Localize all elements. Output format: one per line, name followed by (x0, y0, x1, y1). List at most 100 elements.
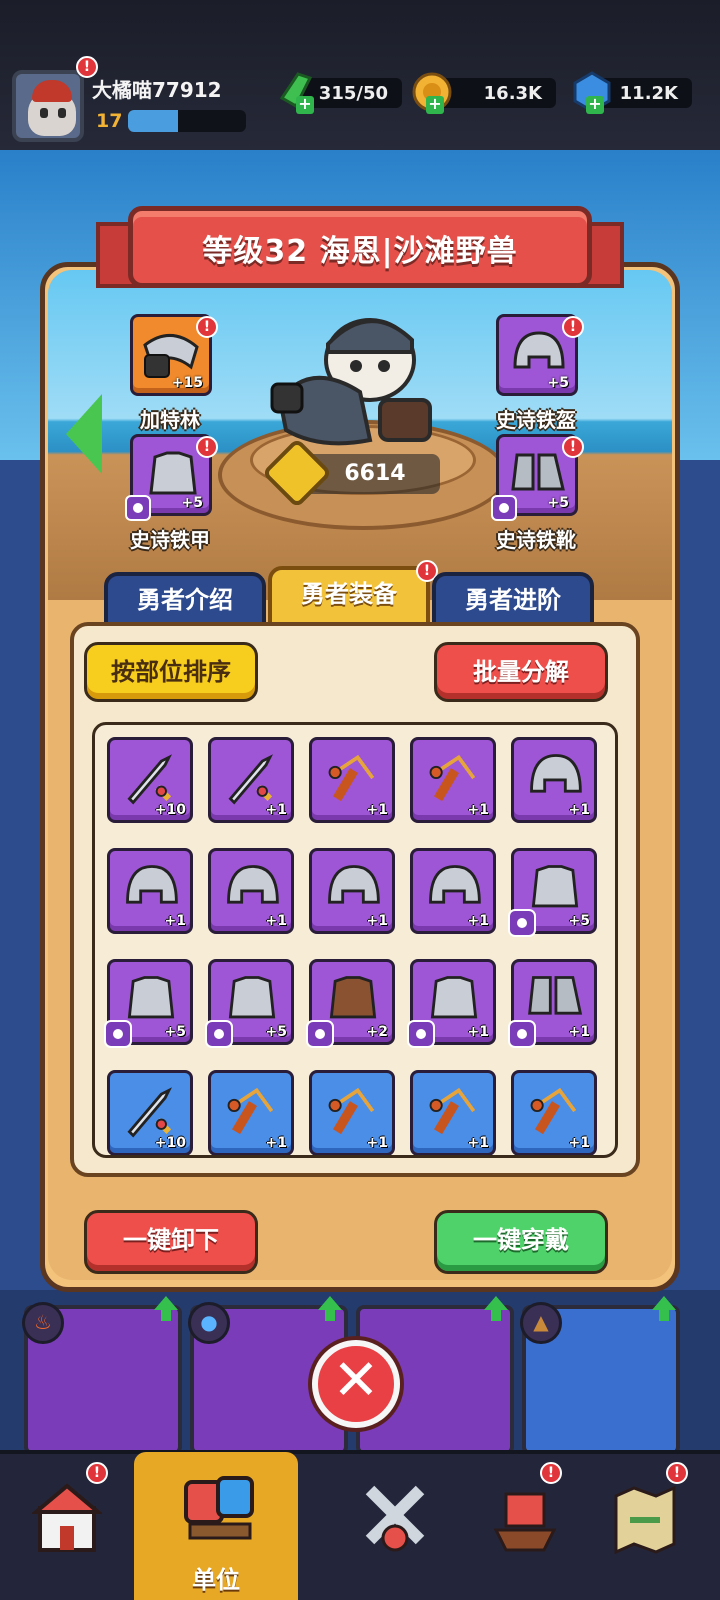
ship-icon[interactable] (490, 1480, 560, 1560)
gem-value: 11.2K (619, 83, 678, 104)
inventory-item[interactable]: +2 (306, 959, 395, 1048)
inventory-item[interactable]: +1 (407, 959, 496, 1048)
map-icon[interactable] (610, 1480, 680, 1560)
tab-hero-equipment[interactable]: 勇者装备 (268, 566, 430, 628)
item-enhance-level: +1 (366, 1135, 388, 1151)
notification-badge: ! (562, 316, 584, 338)
item-enhance-level: +1 (467, 802, 489, 818)
item-enhance-level: +2 (366, 1024, 388, 1040)
energy-value: 315/50 (318, 83, 388, 104)
inventory-item[interactable]: +1 (508, 959, 597, 1048)
player-name: 大橘喵77912 (92, 78, 222, 102)
add-energy-icon[interactable]: + (296, 96, 314, 114)
helmet-icon (126, 865, 178, 904)
inventory-item[interactable]: +1 (208, 1070, 294, 1155)
helmet-icon (32, 80, 72, 102)
element-badge-icon (508, 909, 536, 937)
inventory-item[interactable]: +1 (410, 1070, 496, 1155)
inventory-item[interactable]: +1 (410, 737, 496, 823)
sword-icon (228, 754, 273, 805)
add-coins-icon[interactable]: + (426, 96, 444, 114)
inventory-item[interactable]: +5 (508, 848, 597, 937)
eye-icon (58, 108, 66, 118)
close-button[interactable]: ✕ (312, 1340, 400, 1428)
slingshot-icon (328, 1087, 375, 1135)
inventory-item[interactable]: +1 (511, 737, 597, 823)
slot-boots-label: 史诗铁靴 (496, 528, 576, 552)
slingshot-icon (328, 754, 375, 802)
item-enhance-level: +5 (265, 1024, 287, 1040)
hero-character[interactable] (270, 300, 440, 460)
inventory-item[interactable]: +10 (107, 737, 193, 823)
inventory-item[interactable]: +5 (205, 959, 294, 1048)
coin-value: 16.3K (483, 83, 542, 104)
item-enhance-level: +1 (568, 802, 590, 818)
element-badge-icon (306, 1020, 334, 1048)
item-enhance-level: +1 (366, 802, 388, 818)
inventory-item[interactable]: +1 (107, 848, 193, 934)
inventory-item[interactable]: +1 (309, 848, 395, 934)
upgrade-arrow-icon (652, 1296, 676, 1321)
coin-counter[interactable]: + 16.3K (412, 72, 556, 114)
slingshot-icon (429, 754, 476, 802)
add-gems-icon[interactable]: + (586, 96, 604, 114)
inventory-item[interactable]: +1 (410, 848, 496, 934)
upgrade-arrow-icon (484, 1296, 508, 1321)
item-enhance-level: +1 (366, 913, 388, 929)
helmet-icon (530, 754, 582, 793)
inventory-item[interactable]: +1 (309, 1070, 395, 1155)
hero-title: 等级32 海恩|沙滩野兽 (202, 234, 518, 269)
sword-icon (127, 754, 172, 805)
tab-hero-intro[interactable]: 勇者介绍 (104, 572, 266, 628)
unequip-all-button[interactable]: 一键卸下 (84, 1210, 258, 1274)
element-badge-icon (205, 1020, 233, 1048)
notification-badge: ! (196, 436, 218, 458)
water-icon: ● (188, 1302, 230, 1344)
slot-helmet-plus: +5 (547, 375, 569, 391)
inventory-item[interactable]: +10 (107, 1070, 193, 1155)
gem-counter[interactable]: + 11.2K (573, 71, 692, 114)
batch-dismantle-button[interactable]: 批量分解 (434, 642, 608, 702)
item-enhance-level: +1 (467, 1135, 489, 1151)
sword-icon (127, 1087, 172, 1138)
units-icon[interactable] (180, 1452, 260, 1552)
inventory-item[interactable]: +1 (208, 737, 294, 823)
item-enhance-level: +1 (164, 913, 186, 929)
upgrade-arrow-icon (318, 1296, 342, 1321)
boots-icon (511, 453, 565, 491)
player-avatar[interactable] (12, 70, 84, 142)
slot-armor-plus: +5 (181, 495, 203, 511)
battle-icon[interactable] (360, 1480, 430, 1560)
slingshot-icon (227, 1087, 274, 1135)
previous-hero-arrow-icon[interactable] (66, 394, 102, 474)
item-enhance-level: +1 (467, 1024, 489, 1040)
item-enhance-level: +1 (265, 1135, 287, 1151)
notification-badge: ! (86, 1462, 108, 1484)
item-enhance-level: +5 (164, 1024, 186, 1040)
element-badge-icon (125, 495, 151, 521)
element-badge-icon (407, 1020, 435, 1048)
slot-boots-plus: +5 (547, 495, 569, 511)
inventory-item[interactable]: +5 (104, 959, 193, 1048)
energy-counter[interactable]: + 315/50 (279, 72, 402, 114)
inventory-item[interactable]: +1 (511, 1070, 597, 1155)
tab-hero-advance[interactable]: 勇者进阶 (432, 572, 594, 628)
item-enhance-level: +1 (467, 913, 489, 929)
element-badge-icon (491, 495, 517, 521)
sort-by-slot-button[interactable]: 按部位排序 (84, 642, 258, 702)
slingshot-icon (530, 1087, 577, 1135)
xp-fill (128, 110, 178, 132)
item-enhance-level: +1 (568, 1135, 590, 1151)
slot-weapon-plus: +15 (171, 375, 203, 391)
eye-icon (40, 108, 48, 118)
notification-badge: ! (540, 1462, 562, 1484)
inventory-item[interactable]: +1 (309, 737, 395, 823)
item-enhance-level: +1 (265, 802, 287, 818)
slot-weapon-label: 加特林 (140, 408, 200, 432)
equip-all-button[interactable]: 一键穿戴 (434, 1210, 608, 1274)
xp-bar (128, 110, 246, 132)
inventory-item[interactable]: +1 (208, 848, 294, 934)
fire-icon: ♨ (22, 1302, 64, 1344)
notification-badge: ! (666, 1462, 688, 1484)
home-icon[interactable] (32, 1480, 102, 1560)
